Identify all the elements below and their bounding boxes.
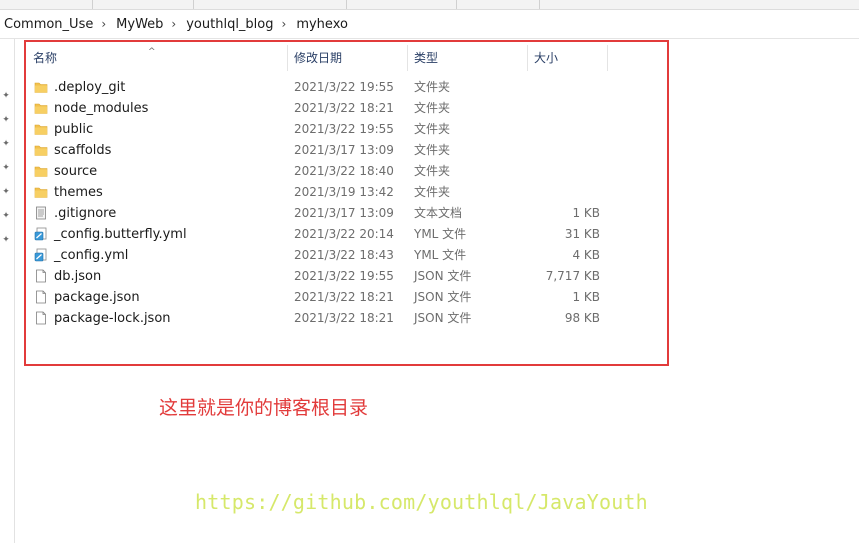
file-size: 1 KB	[572, 290, 600, 304]
file-type: 文件夹	[414, 122, 451, 136]
file-icon	[36, 311, 46, 325]
folder-icon	[34, 82, 48, 93]
breadcrumb[interactable]: Common_Use › MyWeb › youthlql_blog › myh…	[0, 10, 859, 39]
file-size: 98 KB	[564, 311, 600, 325]
file-name: .deploy_git	[54, 80, 126, 95]
pin-icon[interactable]: ✦	[1, 115, 11, 125]
column-header-size-label: 大小	[534, 51, 559, 65]
list-item[interactable]: themes 2021/3/19 13:42 文件夹	[27, 182, 667, 203]
list-item[interactable]: .gitignore 2021/3/17 13:09 文本文档 1 KB	[27, 203, 667, 224]
file-size: 31 KB	[564, 227, 600, 241]
column-header-size[interactable]: 大小	[528, 45, 608, 71]
file-date: 2021/3/22 18:43	[294, 248, 394, 262]
list-item[interactable]: db.json 2021/3/22 19:55 JSON 文件 7,717 KB	[27, 266, 667, 287]
pin-icon[interactable]: ✦	[1, 139, 11, 149]
file-type: 文件夹	[414, 80, 451, 94]
breadcrumb-item-myhexo[interactable]: myhexo	[292, 17, 350, 32]
file-type: 文本文档	[414, 206, 463, 220]
column-header-name[interactable]: 名称 ^	[27, 45, 288, 71]
column-header-date-label: 修改日期	[294, 51, 343, 65]
chevron-right-icon[interactable]: ›	[276, 17, 293, 31]
file-date: 2021/3/19 13:42	[294, 185, 394, 199]
file-type: JSON 文件	[414, 290, 472, 304]
folder-icon	[34, 145, 48, 156]
file-date: 2021/3/22 19:55	[294, 80, 394, 94]
file-date: 2021/3/22 18:21	[294, 311, 394, 325]
file-size: 4 KB	[572, 248, 600, 262]
breadcrumb-item-myweb[interactable]: MyWeb	[112, 17, 165, 32]
file-name: db.json	[54, 269, 102, 284]
file-name: .gitignore	[54, 206, 117, 221]
file-type: 文件夹	[414, 101, 451, 115]
list-item[interactable]: package-lock.json 2021/3/22 18:21 JSON 文…	[27, 308, 667, 329]
list-item[interactable]: public 2021/3/22 19:55 文件夹	[27, 119, 667, 140]
list-item[interactable]: source 2021/3/22 18:40 文件夹	[27, 161, 667, 182]
file-name: themes	[54, 185, 103, 200]
file-date: 2021/3/22 18:21	[294, 290, 394, 304]
file-type: JSON 文件	[414, 269, 472, 283]
pin-icon[interactable]: ✦	[1, 91, 11, 101]
file-type: 文件夹	[414, 185, 451, 199]
file-name: node_modules	[54, 101, 149, 116]
sort-ascending-icon: ^	[148, 47, 156, 57]
file-date: 2021/3/22 18:40	[294, 164, 394, 178]
file-name: scaffolds	[54, 143, 112, 158]
column-header-date[interactable]: 修改日期	[288, 45, 408, 71]
pin-icon[interactable]: ✦	[1, 211, 11, 221]
file-size: 1 KB	[572, 206, 600, 220]
yml-file-icon	[34, 227, 47, 241]
text-file-icon	[36, 206, 46, 220]
file-date: 2021/3/22 18:21	[294, 101, 394, 115]
column-headers: 名称 ^ 修改日期 类型 大小	[27, 45, 667, 71]
file-name: public	[54, 122, 94, 137]
breadcrumb-item-youthlql-blog[interactable]: youthlql_blog	[182, 17, 275, 32]
watermark-url: https://github.com/youthlql/JavaYouth	[195, 490, 648, 514]
yml-file-icon	[34, 248, 47, 262]
file-type: YML 文件	[414, 248, 467, 262]
file-date: 2021/3/17 13:09	[294, 206, 394, 220]
file-date: 2021/3/22 19:55	[294, 269, 394, 283]
file-type: YML 文件	[414, 227, 467, 241]
folder-icon	[34, 103, 48, 114]
list-item[interactable]: package.json 2021/3/22 18:21 JSON 文件 1 K…	[27, 287, 667, 308]
column-header-name-label: 名称	[33, 51, 58, 65]
file-icon	[36, 290, 46, 304]
annotation-caption: 这里就是你的博客根目录	[159, 397, 369, 419]
ribbon-strip	[0, 0, 859, 10]
folder-icon	[34, 166, 48, 177]
breadcrumb-item-common-use[interactable]: Common_Use	[0, 17, 95, 32]
column-header-type[interactable]: 类型	[408, 45, 528, 71]
file-size: 7,717 KB	[545, 269, 600, 283]
file-name: package.json	[54, 290, 140, 305]
folder-icon	[34, 124, 48, 135]
list-item[interactable]: scaffolds 2021/3/17 13:09 文件夹	[27, 140, 667, 161]
column-header-type-label: 类型	[414, 51, 439, 65]
list-item[interactable]: node_modules 2021/3/22 18:21 文件夹	[27, 98, 667, 119]
file-name: package-lock.json	[54, 311, 171, 326]
file-type: 文件夹	[414, 143, 451, 157]
pin-icon[interactable]: ✦	[1, 235, 11, 245]
file-type: JSON 文件	[414, 311, 472, 325]
file-date: 2021/3/22 20:14	[294, 227, 394, 241]
chevron-right-icon[interactable]: ›	[165, 17, 182, 31]
list-item[interactable]: _config.yml 2021/3/22 18:43 YML 文件 4 KB	[27, 245, 667, 266]
pin-icon[interactable]: ✦	[1, 187, 11, 197]
navigation-pane[interactable]: ✦ ✦ ✦ ✦ ✦ ✦ ✦	[0, 39, 15, 543]
list-item[interactable]: _config.butterfly.yml 2021/3/22 20:14 YM…	[27, 224, 667, 245]
pin-icon[interactable]: ✦	[1, 163, 11, 173]
file-name: _config.butterfly.yml	[54, 227, 187, 242]
file-date: 2021/3/17 13:09	[294, 143, 394, 157]
list-item[interactable]: .deploy_git 2021/3/22 19:55 文件夹	[27, 77, 667, 98]
file-name: _config.yml	[54, 248, 129, 263]
file-icon	[36, 269, 46, 283]
file-name: source	[54, 164, 98, 179]
folder-icon	[34, 187, 48, 198]
file-date: 2021/3/22 19:55	[294, 122, 394, 136]
file-type: 文件夹	[414, 164, 451, 178]
chevron-right-icon[interactable]: ›	[95, 17, 112, 31]
